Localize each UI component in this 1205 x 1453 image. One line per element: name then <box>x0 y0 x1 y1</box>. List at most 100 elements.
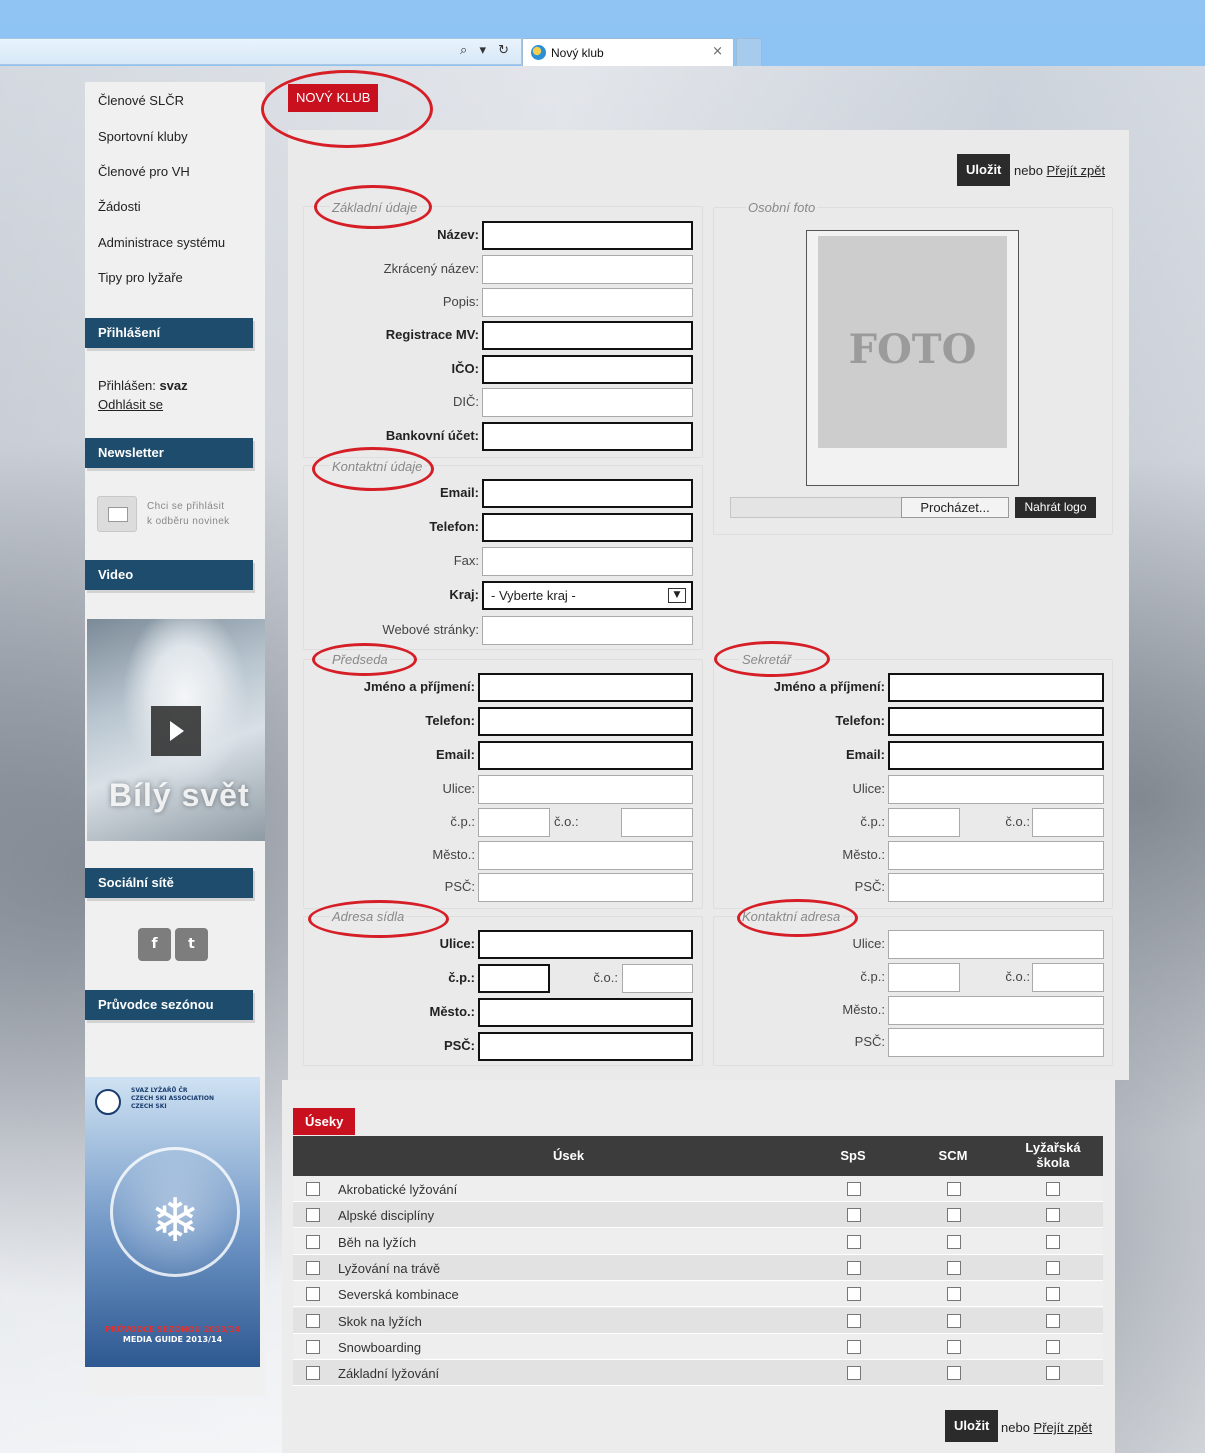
ca-city-input[interactable] <box>888 996 1104 1025</box>
sps-checkbox[interactable] <box>847 1260 861 1275</box>
name-input[interactable] <box>482 221 693 250</box>
scm-checkbox[interactable] <box>947 1260 961 1275</box>
row-select-checkbox[interactable] <box>306 1366 320 1381</box>
video-thumbnail[interactable]: Bílý svět <box>87 619 265 841</box>
scm-checkbox[interactable] <box>947 1208 961 1223</box>
sps-checkbox[interactable] <box>847 1287 861 1302</box>
nav-item-clubs[interactable]: Sportovní kluby <box>98 129 188 144</box>
scm-checkbox[interactable] <box>947 1313 961 1328</box>
scm-checkbox[interactable] <box>947 1339 961 1354</box>
short-name-input[interactable] <box>482 255 693 284</box>
bank-account-input[interactable] <box>482 422 693 451</box>
play-icon[interactable] <box>151 706 201 756</box>
facebook-icon[interactable]: f <box>138 928 171 961</box>
save-button-bottom[interactable]: Uložit <box>945 1410 999 1442</box>
ca-zip-input[interactable] <box>888 1028 1104 1057</box>
hq-street-input[interactable] <box>478 930 693 959</box>
secretary-street-input[interactable] <box>888 775 1104 804</box>
back-link-bottom[interactable]: Přejít zpět <box>1034 1420 1093 1435</box>
annotation-ellipse <box>312 643 417 676</box>
browse-button[interactable]: Procházet... <box>901 497 1009 518</box>
description-input[interactable] <box>482 288 693 317</box>
season-guide-cover[interactable]: SVAZ LYŽAŘŮ ČR CZECH SKI ASSOCIATION CZE… <box>85 1077 260 1367</box>
secretary-co-input[interactable] <box>1032 808 1104 837</box>
sps-checkbox[interactable] <box>847 1366 861 1381</box>
chairman-email-input[interactable] <box>478 741 693 770</box>
sps-checkbox[interactable] <box>847 1339 861 1354</box>
website-input[interactable] <box>482 616 693 645</box>
nav-item-requests[interactable]: Žádosti <box>98 199 141 214</box>
registration-input[interactable] <box>482 321 693 350</box>
nav-item-tips[interactable]: Tipy pro lyžaře <box>98 270 183 285</box>
row-select-checkbox[interactable] <box>306 1208 320 1223</box>
row-select-checkbox[interactable] <box>306 1234 320 1249</box>
ski-school-checkbox[interactable] <box>1046 1234 1060 1249</box>
ca-cp-input[interactable] <box>888 963 960 992</box>
scm-checkbox[interactable] <box>947 1366 961 1381</box>
new-tab-button[interactable] <box>736 38 762 66</box>
save-button[interactable]: Uložit <box>957 154 1011 186</box>
sps-checkbox[interactable] <box>847 1234 861 1249</box>
scm-checkbox[interactable] <box>947 1287 961 1302</box>
secretary-email-input[interactable] <box>888 741 1104 770</box>
scm-checkbox[interactable] <box>947 1182 961 1196</box>
hq-zip-input[interactable] <box>478 1032 693 1061</box>
nav-item-admin[interactable]: Administrace systému <box>98 235 225 250</box>
file-path-input[interactable] <box>730 497 902 518</box>
email-input[interactable] <box>482 479 693 508</box>
sps-checkbox[interactable] <box>847 1208 861 1223</box>
row-select-checkbox[interactable] <box>306 1182 320 1196</box>
ski-school-checkbox[interactable] <box>1046 1260 1060 1275</box>
region-select[interactable]: - Vyberte kraj - ▼ <box>482 581 693 610</box>
ski-school-checkbox[interactable] <box>1046 1287 1060 1302</box>
secretary-phone-input[interactable] <box>888 707 1104 736</box>
annotation-ellipse <box>308 900 449 938</box>
chairman-city-input[interactable] <box>478 841 693 870</box>
logout-link[interactable]: Odhlásit se <box>98 397 163 412</box>
scm-checkbox[interactable] <box>947 1234 961 1249</box>
chairman-cp-input[interactable] <box>478 808 550 837</box>
secretary-name-input[interactable] <box>888 673 1104 702</box>
browser-tab[interactable]: Nový klub × <box>522 38 734 66</box>
row-select-checkbox[interactable] <box>306 1287 320 1302</box>
chairman-name-input[interactable] <box>478 673 693 702</box>
row-select-checkbox[interactable] <box>306 1313 320 1328</box>
phone-input[interactable] <box>482 513 693 542</box>
secretary-city-input[interactable] <box>888 841 1104 870</box>
nav-item-members[interactable]: Členové SLČR <box>98 93 184 108</box>
chairman-co-input[interactable] <box>621 808 693 837</box>
chairman-phone-input[interactable] <box>478 707 693 736</box>
close-icon[interactable]: × <box>712 44 723 59</box>
ski-school-checkbox[interactable] <box>1046 1339 1060 1354</box>
sps-checkbox[interactable] <box>847 1182 861 1196</box>
address-bar[interactable]: ⌕ ▾ ↻ <box>0 38 522 65</box>
ico-input[interactable] <box>482 355 693 384</box>
ca-street-input[interactable] <box>888 930 1104 959</box>
dic-input[interactable] <box>482 388 693 417</box>
header-scm: SCM <box>938 1148 968 1163</box>
row-select-checkbox[interactable] <box>306 1339 320 1354</box>
sps-checkbox[interactable] <box>847 1313 861 1328</box>
twitter-icon[interactable]: t <box>175 928 208 961</box>
secretary-zip-input[interactable] <box>888 873 1104 902</box>
hq-co-input[interactable] <box>622 964 693 993</box>
ski-school-checkbox[interactable] <box>1046 1313 1060 1328</box>
table-row: Severská kombinace <box>293 1281 1103 1308</box>
search-refresh-icons[interactable]: ⌕ ▾ ↻ <box>460 43 513 58</box>
chevron-down-icon[interactable]: ▼ <box>668 588 686 603</box>
newsletter-signup[interactable]: Chci se přihlásit k odběru novinek <box>97 496 257 534</box>
hq-cp-input[interactable] <box>478 964 550 993</box>
ski-school-checkbox[interactable] <box>1046 1366 1060 1381</box>
ski-school-checkbox[interactable] <box>1046 1182 1060 1196</box>
fax-input[interactable] <box>482 547 693 576</box>
chairman-zip-input[interactable] <box>478 873 693 902</box>
chairman-street-input[interactable] <box>478 775 693 804</box>
ski-school-checkbox[interactable] <box>1046 1208 1060 1223</box>
back-link[interactable]: Přejít zpět <box>1047 163 1106 178</box>
nav-item-members-vh[interactable]: Členové pro VH <box>98 164 190 179</box>
row-select-checkbox[interactable] <box>306 1260 320 1275</box>
hq-city-input[interactable] <box>478 998 693 1027</box>
secretary-cp-input[interactable] <box>888 808 960 837</box>
upload-logo-button[interactable]: Nahrát logo <box>1015 497 1096 518</box>
ca-co-input[interactable] <box>1032 963 1104 992</box>
